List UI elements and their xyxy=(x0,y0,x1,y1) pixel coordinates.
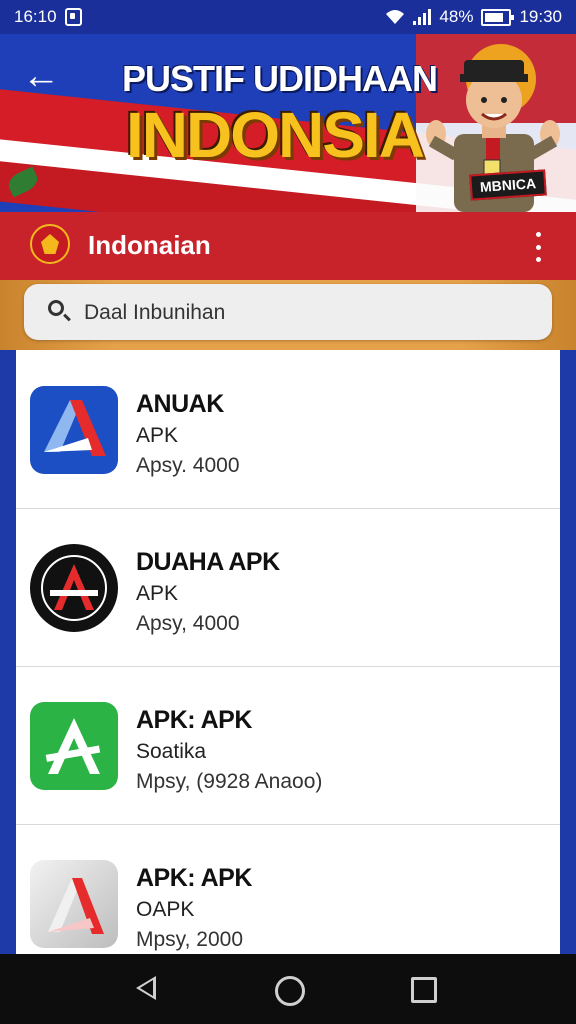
nav-home-icon[interactable] xyxy=(275,976,305,1006)
app-name: APK: APK xyxy=(136,706,252,734)
search-icon xyxy=(48,300,64,316)
app-name: APK: APK xyxy=(136,864,252,892)
list-item[interactable]: APK: APK Soatika Mpsy, (9928 Anaoo) xyxy=(16,666,560,825)
app-name: DUAHA APK xyxy=(136,548,280,576)
nav-back-icon[interactable] xyxy=(136,976,156,1000)
search-bar[interactable] xyxy=(24,284,552,340)
banner-badge: MBNICA xyxy=(469,169,547,201)
app-list: ANUAK APK Apsy. 4000 DUAHA APK APK Apsy,… xyxy=(16,350,560,954)
search-section xyxy=(0,280,576,350)
banner-title-line2: INDONSIA xyxy=(126,99,425,171)
status-time-right: 19:30 xyxy=(519,7,562,26)
status-right: 48% 19:30 xyxy=(385,7,562,27)
app-type: APK xyxy=(136,582,179,605)
status-bar: 16:10 48% 19:30 xyxy=(0,0,576,34)
app-meta: Apsy, 4000 xyxy=(136,612,240,635)
app-type: OAPK xyxy=(136,898,195,921)
app-type: APK xyxy=(136,424,179,447)
app-meta: Mpsy, (9928 Anaoo) xyxy=(136,770,323,793)
app-header: Indonaian xyxy=(0,212,576,280)
a-logo-green-icon xyxy=(30,702,118,790)
list-item[interactable]: APK: APK OAPK Mpsy, 2000 xyxy=(16,824,560,954)
page-title: Indonaian xyxy=(88,230,211,260)
hero-banner: ← PUSTIF UDIDHAAN INDONSIA MBNICA xyxy=(0,34,576,212)
status-left: 16:10 xyxy=(14,7,82,27)
battery-percent: 48% xyxy=(439,7,474,26)
a-logo-blue-icon xyxy=(30,386,118,474)
search-input[interactable] xyxy=(82,294,536,332)
app-name: ANUAK xyxy=(136,390,224,418)
notification-icon xyxy=(64,8,82,26)
banner-title-line1: PUSTIF UDIDHAAN xyxy=(122,58,438,99)
nav-recents-icon[interactable] xyxy=(411,977,437,1003)
wifi-icon xyxy=(386,10,405,24)
system-nav-bar xyxy=(0,954,576,1024)
list-item[interactable]: ANUAK APK Apsy. 4000 xyxy=(16,350,560,509)
battery-icon xyxy=(481,8,515,26)
app-meta: Mpsy, 2000 xyxy=(136,928,243,951)
a-logo-black-circle-icon xyxy=(30,544,118,632)
garuda-logo-icon xyxy=(30,224,70,264)
list-item[interactable]: DUAHA APK APK Apsy, 4000 xyxy=(16,508,560,667)
more-options-icon[interactable] xyxy=(528,232,548,262)
back-arrow-icon[interactable]: ← xyxy=(22,56,62,96)
app-type: Soatika xyxy=(136,740,207,763)
signal-icon xyxy=(413,9,432,25)
status-time-left: 16:10 xyxy=(14,7,57,26)
a-logo-silver-icon xyxy=(30,860,118,948)
app-meta: Apsy. 4000 xyxy=(136,454,240,477)
